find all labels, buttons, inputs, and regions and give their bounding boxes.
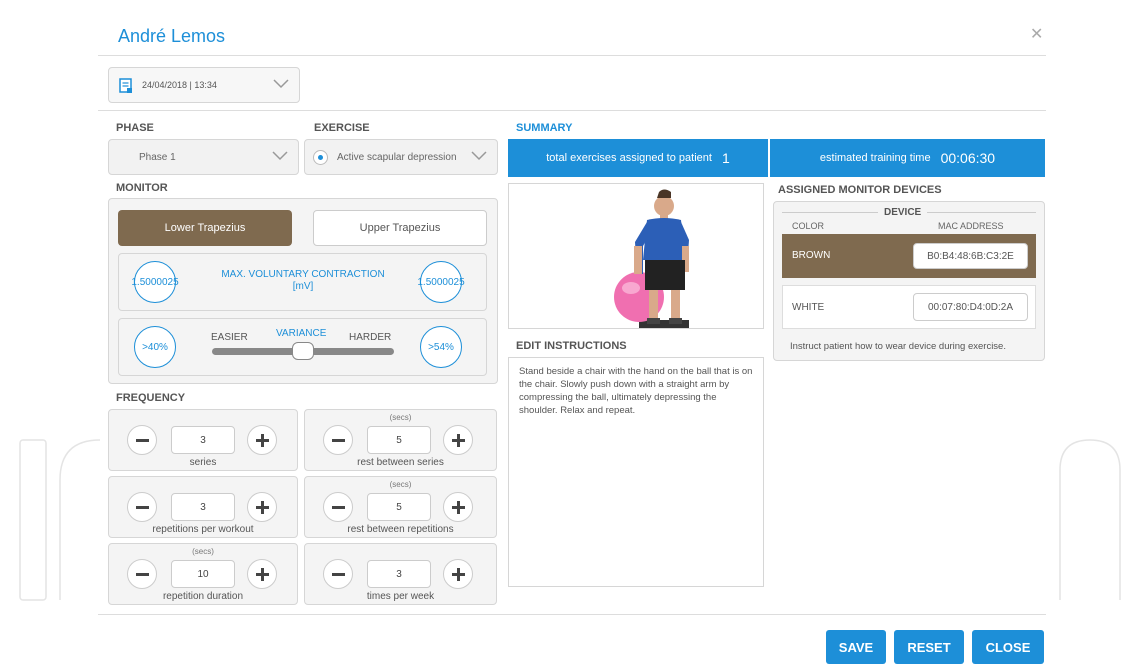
- muscle-upper-trapezius-button[interactable]: Upper Trapezius: [313, 210, 487, 246]
- total-exercises-value: 1: [721, 150, 730, 166]
- total-exercises-bar: total exercises assigned to patient 1: [508, 139, 768, 177]
- decrement-button[interactable]: [127, 492, 157, 522]
- divider: [98, 110, 1046, 111]
- session-date-select[interactable]: 24/04/2018 | 13:34: [108, 67, 300, 103]
- close-button[interactable]: CLOSE: [972, 630, 1044, 664]
- increment-button[interactable]: [247, 425, 277, 455]
- device-mac-brown[interactable]: B0:B4:48:6B:C3:2E: [913, 243, 1028, 269]
- decrement-button[interactable]: [127, 425, 157, 455]
- patient-name-title: André Lemos: [118, 26, 226, 46]
- mac-header: MAC ADDRESS: [938, 221, 1004, 231]
- exercise-select[interactable]: Active scapular depression: [304, 139, 498, 175]
- frequency-item: (secs) 10 repetition duration: [108, 543, 298, 605]
- device-group-label: DEVICE: [878, 207, 928, 218]
- exercise-illustration: [614, 189, 689, 328]
- frequency-item: 3 times per week: [304, 543, 497, 605]
- frequency-unit: (secs): [192, 547, 214, 556]
- phase-label: PHASE: [116, 122, 154, 134]
- increment-button[interactable]: [443, 492, 473, 522]
- chevron-down-icon: [471, 151, 487, 161]
- edit-instructions-label: EDIT INSTRUCTIONS: [516, 340, 627, 352]
- total-exercises-label: total exercises assigned to patient: [546, 152, 712, 164]
- mvc-label-unit: [mV]: [292, 281, 314, 292]
- instructions-textarea[interactable]: Stand beside a chair with the hand on th…: [508, 357, 764, 587]
- monitor-label: MONITOR: [116, 182, 168, 194]
- frequency-item-label: times per week: [366, 591, 435, 602]
- increment-button[interactable]: [247, 559, 277, 589]
- frequency-item: 3 series: [108, 409, 298, 471]
- variance-slider-thumb[interactable]: [292, 342, 314, 360]
- device-note: Instruct patient how to wear device duri…: [790, 341, 1006, 352]
- frequency-item-label: series: [189, 457, 217, 468]
- frequency-unit: (secs): [389, 480, 412, 489]
- training-time-bar: estimated training time 00:06:30: [770, 139, 1045, 177]
- variance-left-value[interactable]: >40%: [134, 326, 176, 368]
- instructions-text: Stand beside a chair with the hand on th…: [519, 366, 753, 416]
- phase-value: Phase 1: [139, 152, 176, 163]
- frequency-value-input[interactable]: 5: [367, 493, 431, 521]
- variance-right-value[interactable]: >54%: [420, 326, 462, 368]
- frequency-item-label: repetition duration: [162, 591, 244, 602]
- minus-icon: [332, 439, 345, 442]
- exercise-image: [508, 183, 764, 329]
- chevron-down-icon: [272, 151, 288, 161]
- mvc-left-value[interactable]: 1.5000025: [131, 261, 179, 303]
- increment-button[interactable]: [443, 559, 473, 589]
- increment-button[interactable]: [443, 425, 473, 455]
- frequency-value-input[interactable]: 5: [367, 426, 431, 454]
- summary-label: SUMMARY: [516, 122, 573, 134]
- harder-label: HARDER: [349, 332, 392, 343]
- frequency-item-label: repetitions per workout: [152, 524, 254, 535]
- frequency-item: (secs) 5 rest between series: [304, 409, 497, 471]
- minus-icon: [136, 439, 149, 442]
- frequency-item-label: rest between series: [357, 457, 444, 468]
- reset-button[interactable]: RESET: [894, 630, 964, 664]
- minus-icon: [332, 573, 345, 576]
- device-mac-white[interactable]: 00:07:80:D4:0D:2A: [913, 293, 1028, 321]
- radio-icon: [313, 150, 328, 165]
- decrement-button[interactable]: [127, 559, 157, 589]
- divider: [98, 614, 1046, 615]
- frequency-value-input[interactable]: 10: [171, 560, 235, 588]
- decrement-button[interactable]: [323, 492, 353, 522]
- device-color-white: WHITE: [792, 302, 825, 313]
- muscle-lower-trapezius-button[interactable]: Lower Trapezius: [118, 210, 292, 246]
- save-button[interactable]: SAVE: [826, 630, 886, 664]
- frequency-label: FREQUENCY: [116, 392, 186, 404]
- mvc-right-value[interactable]: 1.5000025: [417, 261, 465, 303]
- decrement-button[interactable]: [323, 425, 353, 455]
- session-date-value: 24/04/2018 | 13:34: [142, 80, 217, 90]
- frequency-value-input[interactable]: 3: [171, 426, 235, 454]
- increment-button[interactable]: [247, 492, 277, 522]
- mvc-label: MAX. VOLUNTARY CONTRACTION [mV]: [190, 269, 416, 293]
- easier-label: EASIER: [211, 332, 248, 343]
- minus-icon: [136, 506, 149, 509]
- exercise-label: EXERCISE: [314, 122, 370, 134]
- frequency-item: 3 repetitions per workout: [108, 476, 298, 538]
- training-time-value: 00:06:30: [940, 150, 996, 166]
- training-time-label: estimated training time: [819, 152, 931, 164]
- exercise-value: Active scapular depression: [337, 152, 457, 163]
- minus-icon: [136, 573, 149, 576]
- chevron-down-icon: [273, 79, 289, 89]
- frequency-item-label: rest between repetitions: [347, 524, 454, 535]
- variance-label: VARIANCE: [276, 328, 327, 339]
- minus-icon: [332, 506, 345, 509]
- frequency-value-input[interactable]: 3: [367, 560, 431, 588]
- decrement-button[interactable]: [323, 559, 353, 589]
- close-icon[interactable]: ✕: [1030, 24, 1043, 44]
- divider: [98, 55, 1046, 56]
- device-color-brown: BROWN: [792, 250, 831, 261]
- color-header: COLOR: [792, 221, 825, 231]
- phase-select[interactable]: Phase 1: [108, 139, 299, 175]
- frequency-unit: (secs): [389, 413, 412, 422]
- document-icon: [119, 78, 132, 93]
- frequency-value-input[interactable]: 3: [171, 493, 235, 521]
- mvc-label-line1: MAX. VOLUNTARY CONTRACTION: [221, 269, 385, 280]
- assigned-devices-label: ASSIGNED MONITOR DEVICES: [778, 184, 942, 196]
- frequency-item: (secs) 5 rest between repetitions: [304, 476, 497, 538]
